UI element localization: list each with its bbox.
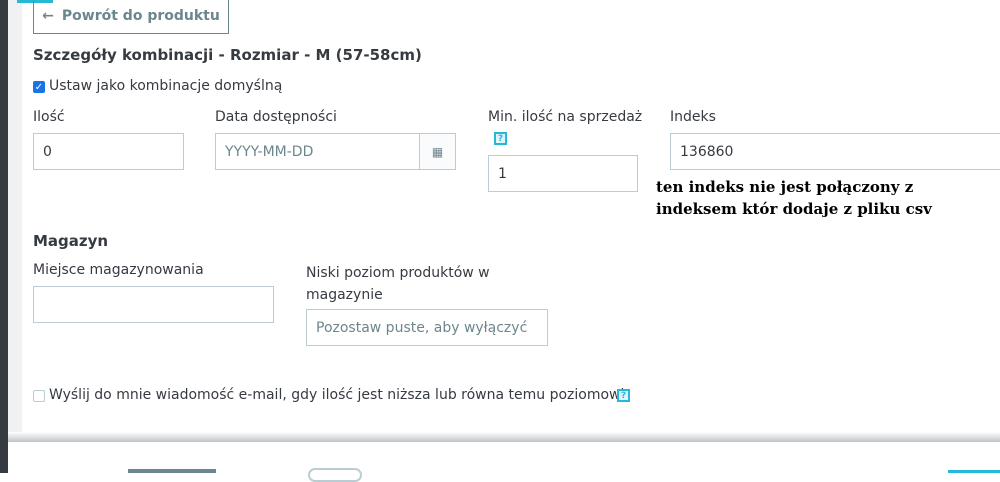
reference-input[interactable]: 136860	[670, 133, 1000, 170]
arrow-left-icon: ←	[42, 8, 54, 24]
quantity-label: Ilość	[33, 109, 65, 125]
low-stock-email-help-icon[interactable]: ?	[617, 389, 630, 402]
sidebar	[0, 0, 8, 473]
location-label: Miejsce magazynowania	[33, 262, 204, 278]
quantity-input[interactable]: 0	[33, 133, 184, 170]
warehouse-title: Magazyn	[33, 232, 109, 250]
low-stock-email-checkbox[interactable]	[33, 390, 45, 402]
footer-button[interactable]	[128, 469, 216, 473]
footer-bar	[8, 442, 1000, 482]
calendar-icon: ▦	[431, 144, 444, 159]
back-to-product-button[interactable]: ← Powrót do produktu	[33, 0, 229, 34]
min-quantity-help-icon[interactable]: ?	[494, 132, 507, 145]
calendar-button[interactable]: ▦	[419, 133, 456, 170]
min-quantity-input[interactable]: 1	[488, 155, 638, 192]
annotation-note: ten indeks nie jest połączony z indeksem…	[656, 178, 932, 218]
low-stock-input[interactable]: Pozostaw puste, aby wyłączyć	[306, 309, 548, 346]
availability-date-label: Data dostępności	[215, 109, 337, 125]
default-combination-checkbox[interactable]: ✓	[33, 81, 45, 93]
low-stock-label: Niski poziom produktów w magazynie	[306, 265, 490, 303]
min-quantity-label: Min. ilość na sprzedaż	[488, 109, 643, 125]
location-input[interactable]	[33, 286, 274, 323]
low-stock-email-label: Wyślij do mnie wiadomość e-mail, gdy ilo…	[49, 387, 625, 403]
section-title: Szczegóły kombinacji - Rozmiar - M (57-5…	[33, 46, 422, 64]
combination-panel	[22, 0, 1000, 440]
footer-toggle[interactable]	[308, 468, 362, 482]
reference-label: Indeks	[670, 109, 716, 125]
availability-date-input[interactable]: YYYY-MM-DD	[215, 133, 420, 170]
default-combination-label: Ustaw jako kombinacje domyślną	[49, 78, 283, 94]
gutter	[8, 0, 22, 440]
panel-shadow	[8, 432, 1000, 442]
